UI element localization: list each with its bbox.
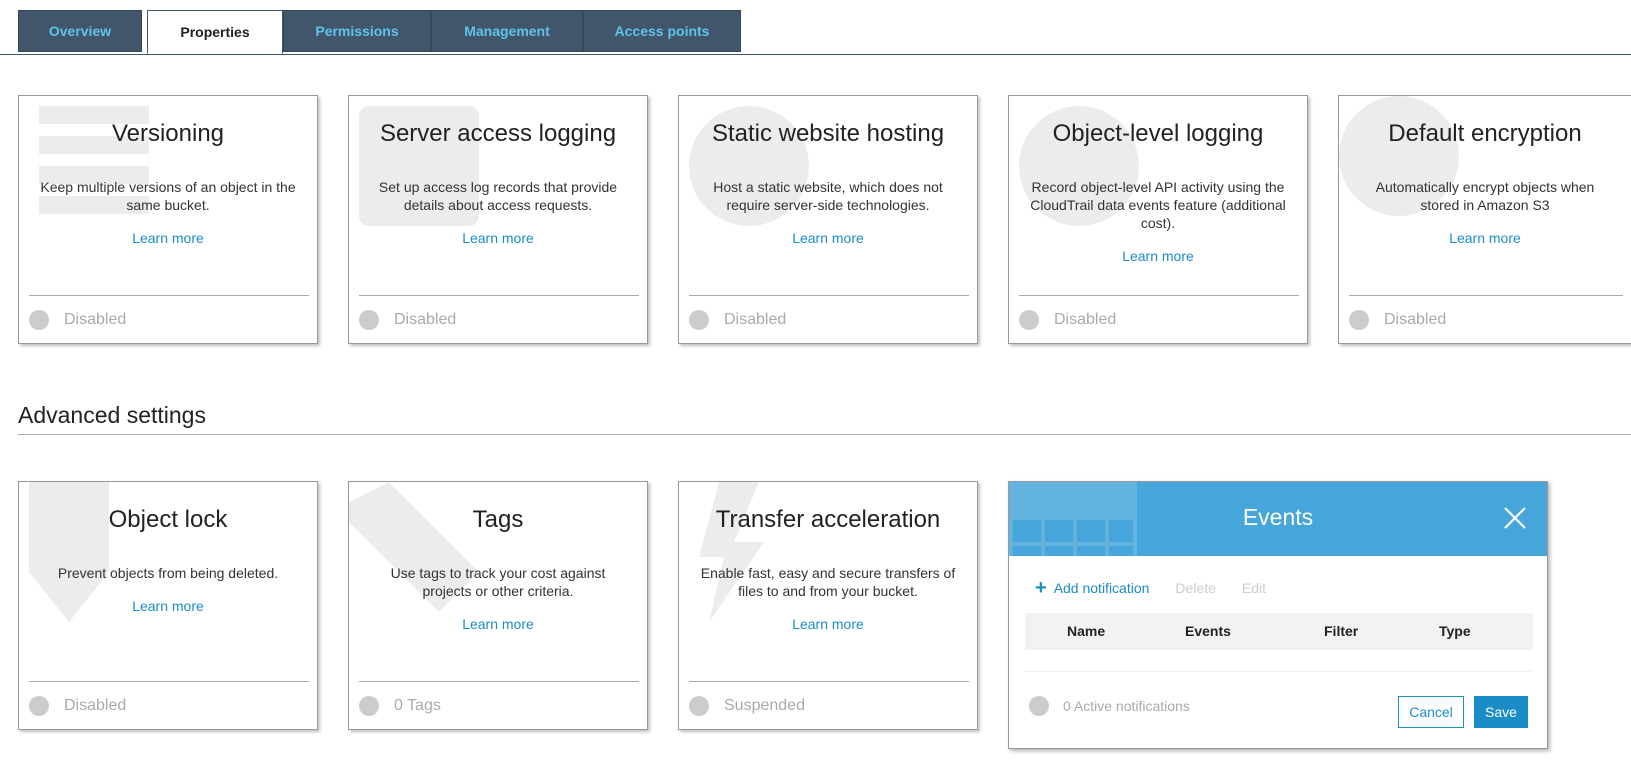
column-header-name[interactable]: Name [1067,623,1105,639]
status-text: Disabled [1054,311,1117,328]
status-radio[interactable] [359,310,379,330]
events-header: Events [1009,482,1547,556]
notifications-table-header: Name Events Filter Type [1025,613,1533,650]
divider [1349,295,1623,296]
divider [359,295,639,296]
card-description: Keep multiple versions of an object in t… [40,179,296,213]
card-title: Default encryption [1388,120,1582,147]
section-title-advanced-settings: Advanced settings [18,402,206,428]
add-notification-button[interactable]: + Add notification [1035,577,1150,599]
learn-more-link[interactable]: Learn more [679,616,977,632]
status-text: 0 Tags [394,697,441,714]
delete-button[interactable]: Delete [1175,580,1215,596]
status-radio[interactable] [359,696,379,716]
divider [689,681,969,682]
status-text: Suspended [724,697,805,714]
card-title: Tags [472,506,524,533]
events-toolbar: + Add notification Delete Edit [1035,577,1266,599]
status-radio[interactable] [29,310,49,330]
add-notification-label: Add notification [1053,580,1150,596]
card-object-lock[interactable]: Object lock Prevent objects from being d… [18,481,318,730]
logging-icon [359,106,479,226]
divider [1019,295,1299,296]
versioning-icon [39,106,149,214]
card-versioning[interactable]: Versioning Keep multiple versions of an … [18,95,318,344]
cancel-button[interactable]: Cancel [1398,696,1464,728]
card-transfer-acceleration[interactable]: Transfer acceleration Enable fast, easy … [678,481,978,730]
card-object-level-logging[interactable]: Object-level logging Record object-level… [1008,95,1308,344]
divider [689,295,969,296]
plus-icon: + [1035,577,1047,599]
column-header-filter[interactable]: Filter [1324,623,1358,639]
status: Disabled [29,310,126,330]
status-text: Disabled [64,311,127,328]
divider [18,434,1631,435]
tab-access-points[interactable]: Access points [583,10,741,52]
status: Disabled [1019,310,1116,330]
status-text: Disabled [724,311,787,328]
status: Suspended [689,696,805,716]
close-icon[interactable] [1503,506,1527,530]
card-server-access-logging[interactable]: Server access logging Set up access log … [348,95,648,344]
card-description: Set up access log records that provide d… [378,179,618,213]
active-notifications-status: 0 Active notifications [1029,696,1190,716]
card-title: Server access logging [379,120,617,147]
edit-button[interactable]: Edit [1242,580,1266,596]
learn-more-link[interactable]: Learn more [349,230,647,246]
learn-more-link[interactable]: Learn more [679,230,977,246]
card-title: Object lock [108,506,228,533]
column-header-type[interactable]: Type [1439,623,1471,639]
encryption-icon [1339,96,1459,216]
card-description: Use tags to track your cost against proj… [390,565,606,599]
active-notifications-text: 0 Active notifications [1063,698,1190,714]
card-title: Transfer acceleration [715,506,941,533]
status: Disabled [29,696,126,716]
learn-more-link[interactable]: Learn more [1009,248,1307,264]
tab-bar: Overview Properties Permissions Manageme… [0,0,1631,55]
events-panel: Events + Add notification Delete Edit Na… [1008,481,1548,749]
divider [29,295,309,296]
card-description: Prevent objects from being deleted. [57,565,279,581]
card-description: Record object-level API activity using t… [1030,179,1286,231]
tag-icon [349,482,479,612]
learn-more-link[interactable]: Learn more [19,598,317,614]
learn-more-link[interactable]: Learn more [19,230,317,246]
status-radio[interactable] [1029,696,1049,716]
card-tags[interactable]: Tags Use tags to track your cost against… [348,481,648,730]
status: Disabled [689,310,786,330]
status-text: Disabled [394,311,457,328]
save-button[interactable]: Save [1474,696,1528,728]
tab-management[interactable]: Management [431,10,583,52]
card-description: Host a static website, which does not re… [713,179,943,213]
tab-overview[interactable]: Overview [18,10,142,52]
divider [1025,671,1531,672]
card-description: Enable fast, easy and secure transfers o… [700,565,956,599]
status-radio[interactable] [1019,310,1039,330]
status-text: Disabled [64,697,127,714]
learn-more-link[interactable]: Learn more [1339,230,1631,246]
card-title: Static website hosting [711,120,945,147]
status-radio[interactable] [1349,310,1369,330]
card-title: Object-level logging [1052,120,1264,147]
status-radio[interactable] [29,696,49,716]
tab-permissions[interactable]: Permissions [283,10,431,52]
card-title: Versioning [111,120,225,147]
tab-properties[interactable]: Properties [147,10,283,54]
card-default-encryption[interactable]: Default encryption Automatically encrypt… [1338,95,1631,344]
status-radio[interactable] [689,696,709,716]
status-radio[interactable] [689,310,709,330]
status: Disabled [359,310,456,330]
status-text: Disabled [1384,311,1447,328]
events-title: Events [1242,504,1314,530]
status: Disabled [1349,310,1446,330]
status: 0 Tags [359,696,441,716]
lightning-icon [699,482,764,622]
card-static-website-hosting[interactable]: Static website hosting Host a static web… [678,95,978,344]
card-description: Automatically encrypt objects when store… [1375,179,1595,213]
divider [359,681,639,682]
learn-more-link[interactable]: Learn more [349,616,647,632]
divider [29,681,309,682]
globe-icon [689,106,809,226]
column-header-events[interactable]: Events [1185,623,1231,639]
